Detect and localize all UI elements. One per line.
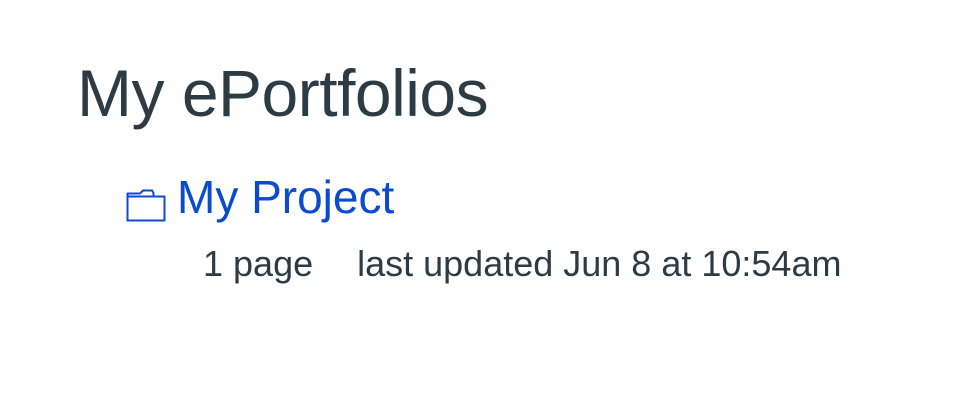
last-updated: last updated Jun 8 at 10:54am [357,243,842,284]
portfolio-link[interactable]: My Project [126,170,394,224]
portfolio-meta: 1 page last updated Jun 8 at 10:54am [203,242,841,286]
portfolio-name: My Project [177,171,395,223]
folder-icon [126,187,166,223]
page-count: 1 page [203,243,314,284]
portfolio-list-item: My Project [126,170,394,224]
page-title: My ePortfolios [77,56,489,130]
